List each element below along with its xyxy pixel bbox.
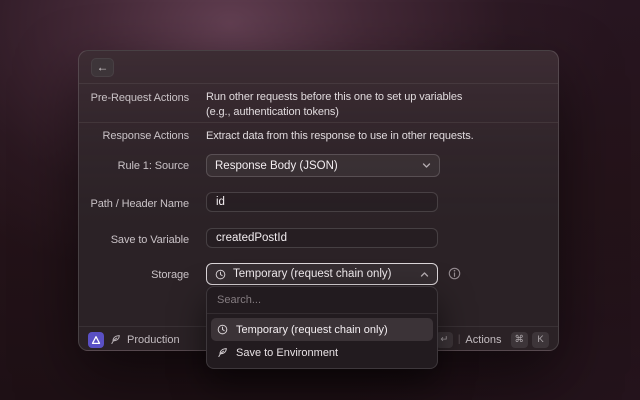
- pre-request-actions-label: Pre-Request Actions: [79, 92, 189, 104]
- environment-selector[interactable]: Production: [88, 332, 180, 348]
- k-keycap: K: [532, 332, 549, 348]
- response-actions-description: Extract data from this response to use i…: [206, 129, 536, 144]
- chevron-up-icon: [420, 270, 429, 279]
- return-keycap: ↵: [436, 332, 453, 348]
- app-logo-badge: [88, 332, 104, 348]
- source-select-value: Response Body (JSON): [215, 160, 422, 172]
- dropdown-items: Temporary (request chain only) Save to E…: [207, 314, 437, 368]
- app-background: ← Pre-Request Actions Run other requests…: [0, 0, 640, 400]
- storage-label: Storage: [79, 269, 189, 281]
- actions-label: Actions: [465, 334, 501, 346]
- path-header-name-input[interactable]: [207, 193, 437, 211]
- save-to-variable-field-wrap: [206, 228, 438, 248]
- actions-button[interactable]: Actions ⌘ K: [465, 332, 549, 348]
- path-header-name-label: Path / Header Name: [79, 198, 189, 210]
- save-to-variable-label: Save to Variable: [79, 234, 189, 246]
- divider: [79, 122, 558, 123]
- hint-separator: |: [458, 334, 461, 345]
- storage-dropdown-menu: Temporary (request chain only) Save to E…: [206, 286, 438, 369]
- arrow-left-icon: ←: [97, 60, 109, 74]
- storage-select-value: Temporary (request chain only): [233, 268, 420, 280]
- dropdown-search-wrap: [207, 287, 437, 314]
- storage-select[interactable]: Temporary (request chain only): [206, 263, 438, 285]
- dropdown-item-label: Save to Environment: [236, 347, 338, 359]
- logo-triangle-icon: [91, 335, 101, 345]
- back-button[interactable]: ←: [91, 58, 114, 77]
- dropdown-item-temporary[interactable]: Temporary (request chain only): [211, 318, 433, 341]
- dropdown-search-input[interactable]: [217, 294, 427, 306]
- leaf-icon: [217, 347, 228, 358]
- dropdown-item-label: Temporary (request chain only): [236, 324, 388, 336]
- rule1-source-label: Rule 1: Source: [79, 160, 189, 172]
- dialog-header: ←: [79, 51, 558, 84]
- pre-request-actions-description: Run other requests before this one to se…: [206, 90, 536, 120]
- command-keycap: ⌘: [511, 332, 529, 348]
- path-header-name-field-wrap: [206, 192, 438, 212]
- response-actions-label: Response Actions: [79, 130, 189, 142]
- info-icon[interactable]: [448, 267, 461, 280]
- request-settings-dialog: ← Pre-Request Actions Run other requests…: [78, 50, 559, 351]
- clock-icon: [215, 269, 226, 280]
- leaf-icon: [110, 334, 121, 345]
- dropdown-item-save-to-environment[interactable]: Save to Environment: [211, 341, 433, 364]
- chevron-down-icon: [422, 161, 431, 170]
- save-to-variable-input[interactable]: [207, 229, 437, 247]
- clock-icon: [217, 324, 228, 335]
- environment-name: Production: [127, 334, 180, 346]
- source-select[interactable]: Response Body (JSON): [206, 154, 440, 177]
